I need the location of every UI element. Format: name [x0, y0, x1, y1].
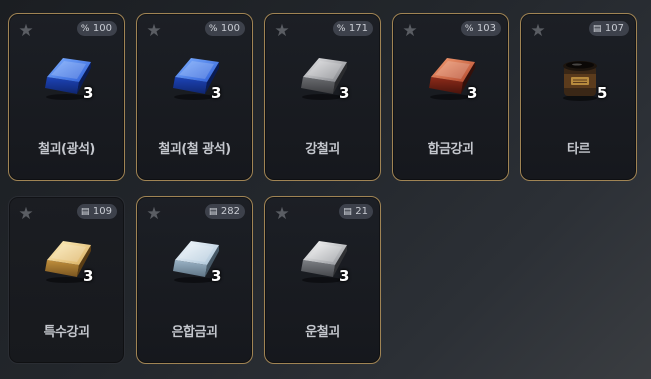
favorite-star-icon[interactable]: ★	[401, 22, 419, 40]
item-count-badge: % 171	[332, 21, 373, 36]
inventory-slot[interactable]: ★ ▤ 282 3 은합금괴	[136, 196, 253, 364]
item-count-badge: ▤ 107	[588, 21, 629, 36]
favorite-star-icon[interactable]: ★	[17, 205, 35, 223]
favorite-star-icon[interactable]: ★	[273, 22, 291, 40]
favorite-star-icon[interactable]: ★	[145, 205, 163, 223]
inventory-slot[interactable]: ★% 171 3 강철괴	[264, 13, 381, 181]
mix-icon: %	[208, 24, 218, 34]
item-name: 운철괴	[305, 325, 340, 340]
storage-icon: ▤	[343, 207, 352, 217]
item-quantity: 3	[211, 267, 222, 285]
item-count-badge: ▤ 109	[76, 204, 117, 219]
inventory-slot[interactable]: ★% 100 3 철괴(광석)	[8, 13, 125, 181]
item-count-badge: ▤ 21	[339, 204, 373, 219]
inventory-slot[interactable]: ★ ▤ 107 5 타르	[520, 13, 637, 181]
item-count-badge: % 100	[76, 21, 117, 36]
badge-value: 103	[476, 23, 496, 34]
item-quantity: 3	[339, 84, 350, 102]
item-name: 강철괴	[305, 142, 340, 157]
badge-value: 107	[604, 23, 624, 34]
item-name: 은합금괴	[171, 325, 218, 340]
item-name: 특수강괴	[43, 325, 90, 340]
storage-icon: ▤	[208, 207, 218, 217]
badge-value: 171	[348, 23, 368, 34]
favorite-star-icon[interactable]: ★	[273, 205, 291, 223]
inventory-slot[interactable]: ★ ▤ 109 3 특수강괴	[8, 196, 125, 364]
favorite-star-icon[interactable]: ★	[17, 22, 35, 40]
mix-icon: %	[80, 24, 90, 34]
mix-icon: %	[464, 24, 474, 34]
item-name: 철괴(철 광석)	[158, 142, 231, 157]
item-quantity: 5	[597, 84, 608, 102]
storage-icon: ▤	[80, 207, 90, 217]
badge-value: 21	[355, 206, 368, 217]
item-quantity: 3	[467, 84, 478, 102]
item-count-badge: % 100	[204, 21, 245, 36]
badge-value: 109	[92, 206, 112, 217]
item-quantity: 3	[83, 84, 94, 102]
favorite-star-icon[interactable]: ★	[529, 22, 547, 40]
inventory-slot[interactable]: ★% 100 3 철괴(철 광석)	[136, 13, 253, 181]
item-quantity: 3	[211, 84, 222, 102]
badge-value: 282	[220, 206, 240, 217]
storage-icon: ▤	[592, 24, 602, 34]
inventory-slot[interactable]: ★ ▤ 21 3 운철괴	[264, 196, 381, 364]
badge-value: 100	[92, 23, 112, 34]
item-quantity: 3	[339, 267, 350, 285]
inventory-slot[interactable]: ★% 103 3 합금강괴	[392, 13, 509, 181]
item-count-badge: ▤ 282	[204, 204, 245, 219]
mix-icon: %	[336, 24, 346, 34]
item-name: 철괴(광석)	[38, 142, 95, 157]
item-count-badge: % 103	[460, 21, 501, 36]
favorite-star-icon[interactable]: ★	[145, 22, 163, 40]
item-name: 합금강괴	[427, 142, 474, 157]
badge-value: 100	[220, 23, 240, 34]
item-name: 타르	[567, 142, 590, 157]
item-quantity: 3	[83, 267, 94, 285]
